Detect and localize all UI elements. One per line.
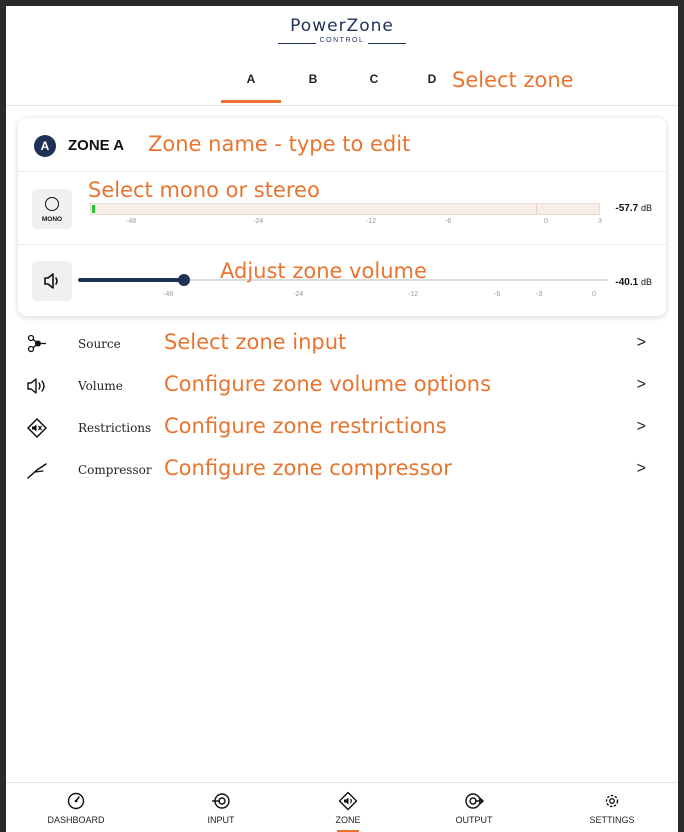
nav-output[interactable]: OUTPUT xyxy=(424,783,524,832)
menu-item-compressor[interactable]: Compressor Configure zone compressor > xyxy=(6,450,678,490)
annotation-mono-stereo: Select mono or stereo xyxy=(88,178,320,202)
level-meter-fill xyxy=(92,205,95,213)
chevron-right-icon: > xyxy=(636,418,646,435)
volume-scale-label: -6 xyxy=(494,291,501,298)
nav-label-dashboard: DASHBOARD xyxy=(47,815,105,825)
divider xyxy=(6,105,678,106)
volume-scale-label: -12 xyxy=(408,291,419,298)
meter-scale-label: 0 xyxy=(544,218,548,225)
volume-scale-label: -24 xyxy=(293,291,304,298)
mute-button[interactable] xyxy=(32,261,72,301)
meter-db-readout: -57.7 dB xyxy=(615,203,652,214)
volume-scale-label: -48 xyxy=(163,291,174,298)
nav-dashboard[interactable]: DASHBOARD xyxy=(26,783,126,832)
settings-icon xyxy=(605,794,619,808)
volume-row: Adjust zone volume -48 -24 -12 -6 -3 0 -… xyxy=(18,246,666,318)
nav-settings[interactable]: SETTINGS xyxy=(562,783,662,832)
logo: PowerZone CONTROL xyxy=(6,16,678,54)
compressor-icon xyxy=(27,463,47,479)
meter-scale-label: -12 xyxy=(366,218,377,225)
menu-label-volume: Volume xyxy=(78,379,123,393)
annotation-select-zone: Select zone xyxy=(452,68,574,92)
volume-db-value: -40.1 xyxy=(615,277,639,288)
chevron-right-icon: > xyxy=(636,460,646,477)
mono-icon xyxy=(45,197,59,211)
tab-zone-a[interactable]: A xyxy=(221,71,281,103)
speaker-icon xyxy=(44,273,58,289)
annotation-volume: Adjust zone volume xyxy=(220,259,427,283)
input-icon xyxy=(212,793,230,809)
annotation-compressor: Configure zone compressor xyxy=(164,456,452,480)
zone-icon xyxy=(338,791,358,811)
meter-row: MONO Select mono or stereo -48 -24 -12 -… xyxy=(18,173,666,245)
chevron-right-icon: > xyxy=(636,334,646,351)
tab-zone-b[interactable]: B xyxy=(283,71,343,103)
logo-sub: CONTROL xyxy=(278,37,406,49)
menu-label-restrictions: Restrictions xyxy=(78,421,152,435)
nav-label-zone: ZONE xyxy=(298,815,398,832)
top-bar: PowerZone CONTROL A B C D Select zone xyxy=(6,6,678,106)
annotation-volume-options: Configure zone volume options xyxy=(164,372,492,396)
nav-label-settings: SETTINGS xyxy=(589,815,635,825)
nav-label-output: OUTPUT xyxy=(455,815,493,825)
volume-slider-fill xyxy=(78,278,184,282)
zone-card: A ZONE A Zone name - type to edit MONO S… xyxy=(18,118,666,316)
nav-input[interactable]: INPUT xyxy=(171,783,271,832)
nav-zone[interactable]: ZONE xyxy=(298,783,398,832)
annotation-restrictions: Configure zone restrictions xyxy=(164,414,447,438)
meter-scale-label: -6 xyxy=(445,218,452,225)
zone-header: A ZONE A Zone name - type to edit xyxy=(18,118,666,172)
menu-item-source[interactable]: Source Select zone input > xyxy=(6,324,678,364)
menu-label-compressor: Compressor xyxy=(78,463,152,477)
meter-scale-label: -24 xyxy=(253,218,264,225)
logo-name: PowerZone xyxy=(290,16,394,36)
output-icon xyxy=(465,793,484,809)
zone-tabs: A B C D xyxy=(6,71,678,103)
menu-label-source: Source xyxy=(78,337,121,351)
volume-db-unit: dB xyxy=(640,277,652,287)
source-icon xyxy=(27,334,46,353)
chevron-right-icon: > xyxy=(636,376,646,393)
speaker-icon xyxy=(27,378,45,394)
restrictions-icon xyxy=(27,418,47,438)
meter-scale-label: -48 xyxy=(126,218,137,225)
mono-stereo-button[interactable]: MONO xyxy=(32,189,72,229)
tab-zone-c[interactable]: C xyxy=(344,71,404,103)
dashboard-icon xyxy=(67,792,85,810)
zone-badge: A xyxy=(34,135,56,157)
menu-item-restrictions[interactable]: Restrictions Configure zone restrictions… xyxy=(6,408,678,448)
volume-scale-label: -3 xyxy=(536,291,543,298)
app-frame: PowerZone CONTROL A B C D Select zone A … xyxy=(6,6,678,832)
meter-db-unit: dB xyxy=(640,203,652,213)
menu-item-volume[interactable]: Volume Configure zone volume options > xyxy=(6,366,678,406)
volume-scale-label: 0 xyxy=(592,291,596,298)
zone-name-field[interactable]: ZONE A xyxy=(68,137,124,154)
level-meter xyxy=(90,203,600,215)
nav-label-input: INPUT xyxy=(207,815,235,825)
annotation-source: Select zone input xyxy=(164,330,347,354)
bottom-nav: DASHBOARD INPUT ZONE OUTPUT SETTINGS xyxy=(6,782,678,832)
meter-db-value: -57.7 xyxy=(615,203,639,214)
volume-slider-thumb[interactable] xyxy=(178,274,190,286)
volume-db-readout: -40.1 dB xyxy=(615,277,652,288)
annotation-zone-name: Zone name - type to edit xyxy=(148,132,411,156)
mono-label: MONO xyxy=(41,216,63,223)
meter-scale-label: 3 xyxy=(598,218,602,225)
